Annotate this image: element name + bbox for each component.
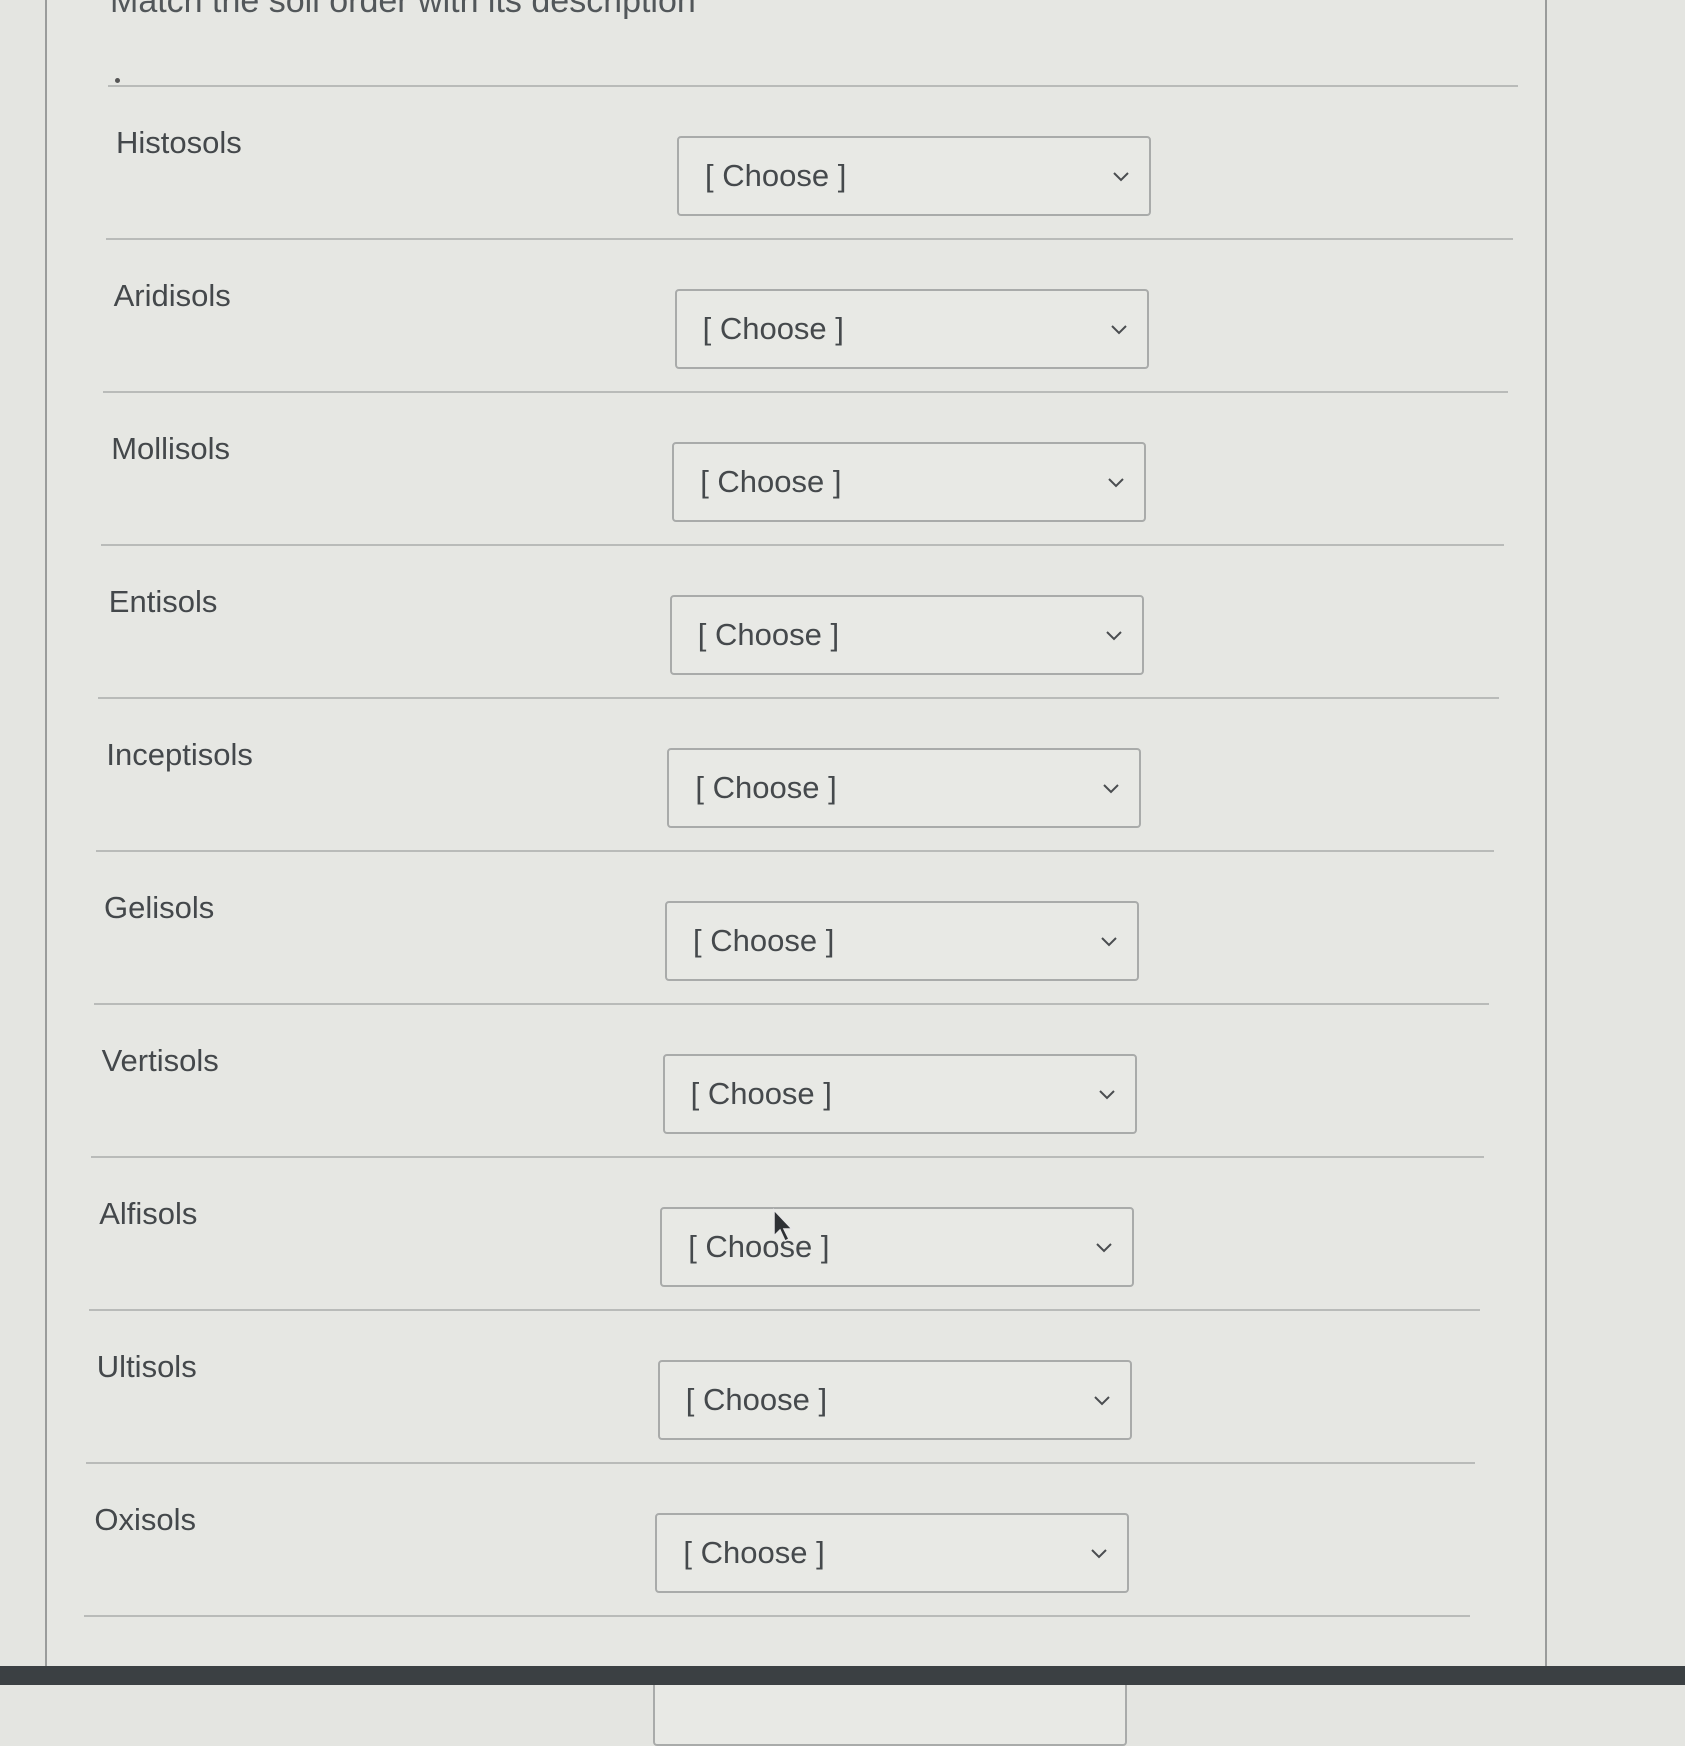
row-separator: [91, 1156, 1485, 1158]
chevron-down-icon: [1098, 1090, 1115, 1100]
dropdown-selected-value: [ Choose ]: [705, 158, 847, 193]
dropdown-selected-value: [ Choose ]: [700, 464, 842, 499]
answer-dropdown[interactable]: [ Choose ]: [674, 289, 1149, 369]
chevron-down-icon: [1094, 1396, 1110, 1406]
answer-dropdown[interactable]: [ Choose ]: [662, 1054, 1137, 1134]
dropdown-selected-value: [ Choose ]: [688, 1229, 830, 1264]
chevron-down-icon: [1106, 631, 1122, 641]
row-separator: [93, 1003, 1490, 1005]
soil-order-label: Entisols: [108, 584, 218, 619]
row-separator: [108, 85, 1518, 87]
chevron-down-icon: [1096, 1243, 1112, 1253]
dropdown-selected-value: [ Choose ]: [685, 1382, 828, 1417]
row-separator: [100, 544, 1504, 546]
chevron-down-icon: [1091, 1549, 1108, 1559]
dropdown-selected-value: [ Choose ]: [690, 1076, 832, 1111]
row-separator: [98, 697, 1499, 699]
row-separator: [96, 850, 1494, 852]
soil-order-label: Ultisols: [96, 1349, 197, 1384]
chevron-down-icon: [1103, 784, 1120, 794]
chevron-down-icon: [1101, 937, 1117, 947]
answer-dropdown[interactable]: [ Choose ]: [667, 748, 1142, 828]
screen-bottom-bezel: [0, 1666, 1685, 1685]
dropdown-selected-value: [ Choose ]: [683, 1535, 825, 1570]
row-separator: [103, 391, 1509, 393]
dropdown-selected-value: [ Choose ]: [697, 617, 840, 652]
chevron-down-icon: [1108, 478, 1124, 488]
question-title: Match the soil order with its descriptio…: [110, 0, 696, 20]
row-separator: [86, 1462, 1475, 1464]
answer-dropdown[interactable]: [ Choose ]: [660, 1207, 1135, 1287]
soil-order-label: Vertisols: [101, 1043, 219, 1078]
answer-dropdown[interactable]: [ Choose ]: [655, 1513, 1130, 1593]
mouse-cursor-icon: [773, 1208, 794, 1243]
soil-order-label: Oxisols: [94, 1502, 197, 1537]
answer-dropdown[interactable]: [ Choose ]: [657, 1360, 1132, 1440]
row-separator: [84, 1615, 1470, 1617]
answer-dropdown[interactable]: [ Choose ]: [669, 595, 1144, 675]
soil-order-label: Gelisols: [104, 890, 215, 925]
soil-order-label: Mollisols: [111, 431, 231, 466]
dropdown-selected-value: [ Choose ]: [693, 923, 835, 958]
bullet-dot: [115, 78, 120, 83]
row-separator: [88, 1309, 1480, 1311]
chevron-down-icon: [1110, 325, 1127, 335]
answer-dropdown[interactable]: [ Choose ]: [672, 442, 1147, 522]
chevron-down-icon: [1113, 172, 1129, 182]
soil-order-label: Aridisols: [113, 278, 231, 313]
answer-dropdown[interactable]: [ Choose ]: [665, 901, 1139, 981]
dropdown-selected-value: [ Choose ]: [702, 311, 844, 346]
row-separator: [105, 238, 1514, 240]
soil-order-label: Inceptisols: [106, 737, 253, 772]
soil-order-label: Alfisols: [99, 1196, 198, 1231]
answer-dropdown[interactable]: [ Choose ]: [677, 136, 1151, 216]
dropdown-selected-value: [ Choose ]: [695, 770, 837, 805]
soil-order-label: Histosols: [116, 125, 242, 160]
